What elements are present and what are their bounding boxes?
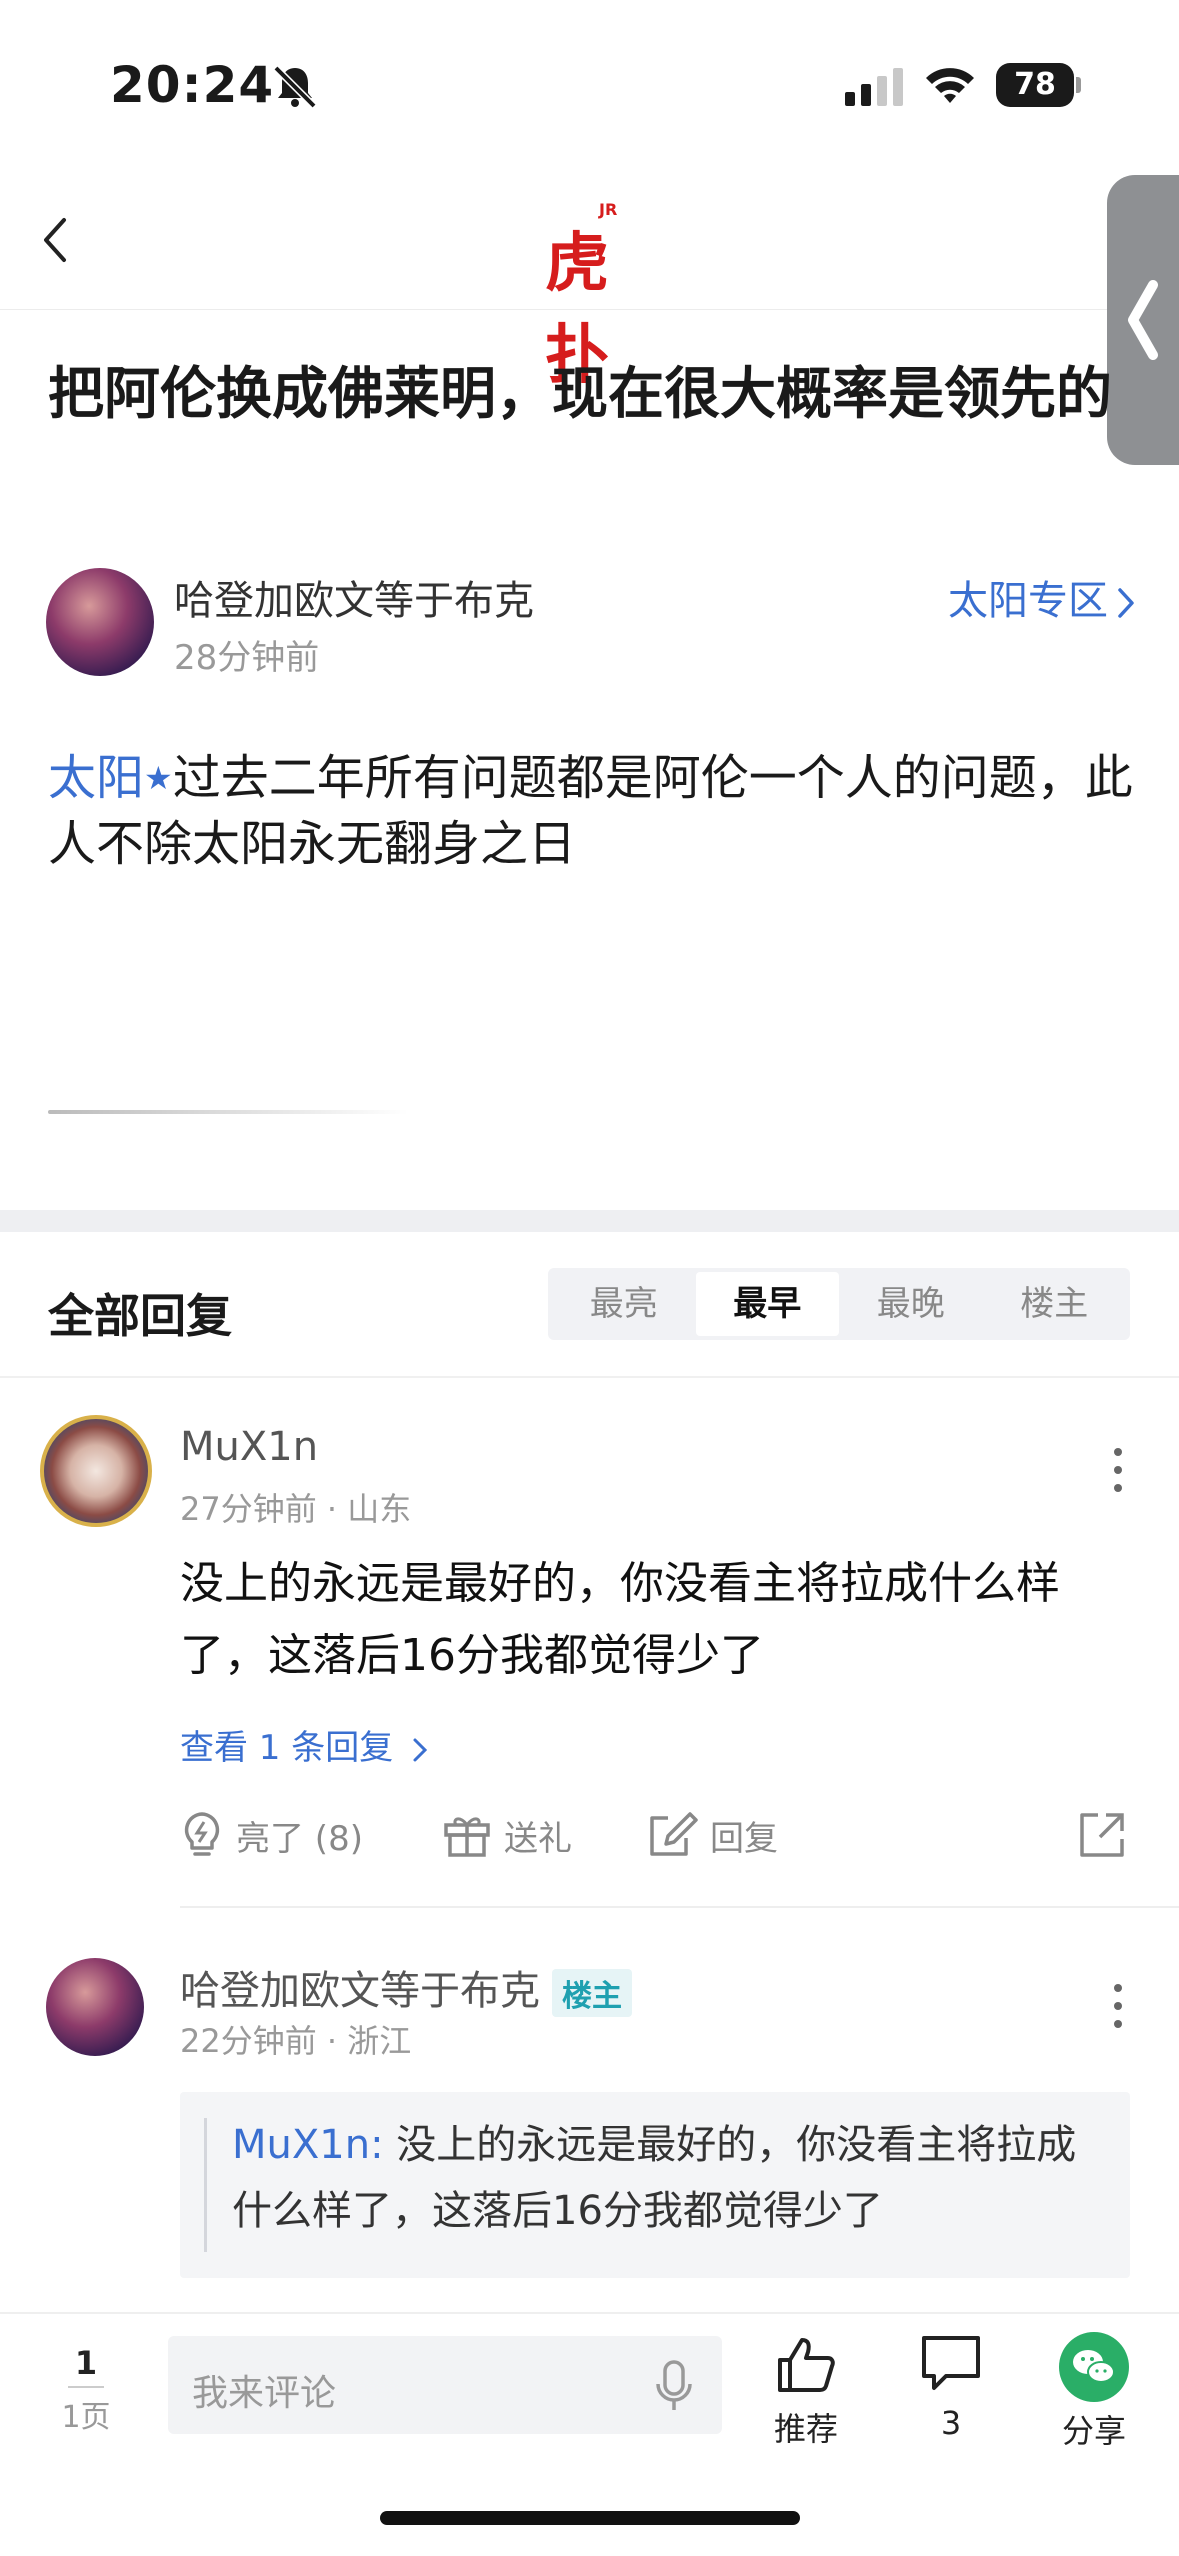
- commenter-name[interactable]: 哈登加欧文等于布克: [180, 1968, 540, 2014]
- home-indicator[interactable]: [380, 2511, 800, 2525]
- post-body: 太阳★过去二年所有问题都是阿伦一个人的问题，此人不除太阳永无翻身之日: [48, 745, 1138, 877]
- commenter-name-row: 哈登加欧文等于布克 楼主: [180, 1958, 632, 2017]
- quoted-comment: MuX1n: 没上的永远是最好的，你没看主将拉成什么样了，这落后16分我都觉得少…: [180, 2092, 1130, 2278]
- like-label: 亮了 (8): [236, 1818, 363, 1859]
- commenter-name[interactable]: MuX1n: [180, 1424, 318, 1470]
- comment-text: 没上的永远是最好的，你没看主将拉成什么样了，这落后16分我都觉得少了: [180, 1558, 1060, 1681]
- chevron-right-icon: [1118, 588, 1134, 618]
- battery-indicator: 78: [996, 63, 1081, 107]
- page-selector[interactable]: 1 1页: [56, 2344, 116, 2436]
- share-label: 分享: [1061, 2412, 1126, 2450]
- comment-placeholder: 我来评论: [192, 2373, 337, 2414]
- section-gap: [0, 1210, 1179, 1232]
- back-arrow-icon[interactable]: [36, 210, 76, 270]
- recommend-label: 推荐: [773, 2410, 838, 2448]
- wifi-icon: [926, 68, 974, 103]
- commenter-avatar[interactable]: [46, 1958, 144, 2056]
- more-options-icon[interactable]: [1114, 1984, 1126, 2038]
- comments-button[interactable]: 3: [891, 2332, 1011, 2442]
- external-share-icon: [1080, 1813, 1124, 1857]
- sort-tab-earliest[interactable]: 最早: [695, 1272, 839, 1336]
- post-body-text: 过去二年所有问题都是阿伦一个人的问题，此人不除太阳永无翻身之日: [48, 750, 1133, 872]
- recommend-button[interactable]: 推荐: [746, 2332, 866, 2450]
- comments-count: 3: [940, 2404, 962, 2442]
- comment-actions: 亮了 (8) 送礼 回复: [180, 1800, 1130, 1870]
- sort-tab-op[interactable]: 楼主: [983, 1272, 1127, 1336]
- page-current: 1: [74, 2344, 98, 2382]
- page-total: 1页: [61, 2400, 111, 2435]
- battery-level: 78: [996, 63, 1074, 107]
- sort-tab-brightest[interactable]: 最亮: [552, 1272, 696, 1336]
- lightbulb-icon: [184, 1812, 220, 1856]
- logo-badge: JR: [599, 200, 618, 219]
- cellular-signal-icon: [845, 68, 903, 106]
- chevron-left-icon: [1128, 280, 1158, 360]
- gift-button[interactable]: 送礼: [442, 1800, 572, 1870]
- reply-button[interactable]: 回复: [646, 1800, 778, 1870]
- quote-user[interactable]: MuX1n:: [232, 2122, 384, 2168]
- sort-tab-latest[interactable]: 最晚: [839, 1272, 983, 1336]
- divider: [0, 1376, 1179, 1378]
- post-author-row: 哈登加欧文等于布克 28分钟前 太阳专区: [46, 568, 1136, 678]
- more-options-icon[interactable]: [1114, 1448, 1126, 1502]
- status-bar: 20:24 78: [0, 0, 1179, 170]
- op-badge: 楼主: [552, 1969, 632, 2017]
- microphone-icon[interactable]: [654, 2360, 694, 2414]
- gift-label: 送礼: [504, 1818, 572, 1859]
- edit-reply-icon: [650, 1812, 698, 1856]
- sort-tabs: 最亮 最早 最晚 楼主: [548, 1268, 1130, 1340]
- battery-tip: [1076, 77, 1081, 93]
- view-replies-link[interactable]: 查看 1 条回复: [180, 1720, 428, 1769]
- top-nav: 虎扑 JR: [0, 170, 1179, 393]
- zone-link[interactable]: 太阳专区: [948, 568, 1136, 626]
- like-button[interactable]: 亮了 (8): [180, 1800, 363, 1870]
- bell-muted-icon: [273, 65, 317, 109]
- view-replies-label: 查看 1 条回复: [180, 1728, 394, 1768]
- commenter-avatar[interactable]: [40, 1415, 152, 1527]
- author-name[interactable]: 哈登加欧文等于布克: [174, 568, 534, 626]
- gift-icon: [444, 1817, 490, 1857]
- status-time: 20:24: [110, 56, 275, 114]
- hupu-logo: 虎扑 JR: [545, 200, 635, 393]
- content-divider: [48, 1110, 408, 1114]
- wechat-share-button[interactable]: 分享: [1034, 2332, 1154, 2452]
- topic-tag[interactable]: 太阳: [48, 750, 144, 806]
- post-time: 28分钟前: [174, 638, 320, 678]
- post-title: 把阿伦换成佛莱明，现在很大概率是领先的: [48, 362, 1112, 427]
- star-icon: ★: [144, 759, 173, 797]
- comment-bubble-icon: [922, 2336, 980, 2390]
- page-divider: [68, 2386, 104, 2388]
- chevron-right-icon: [413, 1738, 428, 1761]
- divider: [180, 1906, 1179, 1908]
- comment-meta: 27分钟前 · 山东: [180, 1490, 412, 1528]
- thumbs-up-icon: [778, 2338, 835, 2392]
- zone-label: 太阳专区: [948, 578, 1108, 624]
- replies-title: 全部回复: [48, 1289, 232, 1343]
- reply-label: 回复: [710, 1818, 778, 1859]
- quote-text: MuX1n: 没上的永远是最好的，你没看主将拉成什么样了，这落后16分我都觉得少…: [232, 2112, 1112, 2244]
- share-out-button[interactable]: [1076, 1800, 1140, 1870]
- quote-bar: [204, 2118, 207, 2252]
- comment-meta: 22分钟前 · 浙江: [180, 2022, 412, 2060]
- author-avatar[interactable]: [46, 568, 154, 676]
- comment-input[interactable]: 我来评论: [168, 2336, 722, 2434]
- wechat-icon: [1059, 2332, 1129, 2402]
